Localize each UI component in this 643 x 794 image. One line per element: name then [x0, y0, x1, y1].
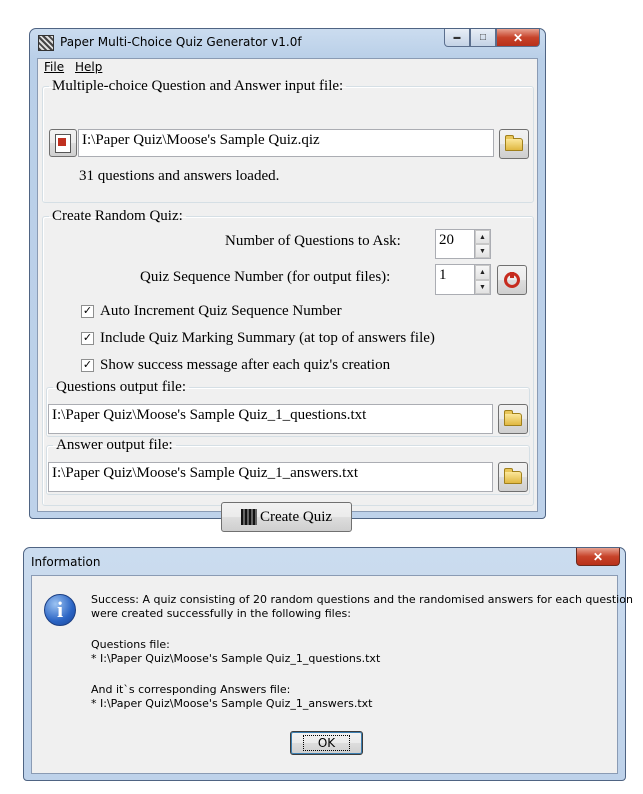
dialog-title: Information: [31, 555, 101, 569]
reset-sequence-button[interactable]: [497, 265, 527, 295]
answers-file-heading: And it`s corresponding Answers file:: [91, 683, 291, 696]
window-client: File Help Multiple-choice Question and A…: [37, 58, 538, 532]
input-file-path[interactable]: I:\Paper Quiz\Moose's Sample Quiz.qiz: [78, 129, 494, 157]
spin-down-icon[interactable]: ▼: [475, 244, 490, 258]
close-button[interactable]: ✕: [496, 29, 540, 47]
caption-buttons: ▬ □ ✕: [444, 29, 540, 48]
browse-questions-output-button[interactable]: [498, 404, 528, 434]
browse-answer-output-button[interactable]: [498, 462, 528, 492]
questions-output-path[interactable]: I:\Paper Quiz\Moose's Sample Quiz_1_ques…: [48, 404, 493, 434]
spin-up-icon[interactable]: ▲: [475, 265, 490, 280]
quiz-file-icon: [55, 133, 71, 153]
folder-open-icon: [504, 409, 522, 426]
reset-icon: [504, 272, 520, 288]
create-quiz-icon: [240, 509, 257, 525]
checkbox-box[interactable]: ✓: [81, 359, 94, 372]
create-quiz-legend: Create Random Quiz:: [52, 208, 183, 224]
auto-increment-checkbox[interactable]: ✓ Auto Increment Quiz Sequence Number: [81, 303, 342, 320]
marking-summary-checkbox[interactable]: ✓ Include Quiz Marking Summary (at top o…: [81, 330, 435, 347]
questions-file-heading: Questions file:: [91, 638, 170, 651]
message-line-2: were created successfully in the followi…: [91, 607, 351, 620]
ok-label: OK: [302, 735, 351, 751]
checkbox-box[interactable]: ✓: [81, 305, 94, 318]
maximize-icon: □: [479, 32, 487, 43]
questions-file-path: * I:\Paper Quiz\Moose's Sample Quiz_1_qu…: [91, 652, 381, 665]
sequence-number-input[interactable]: 1: [435, 264, 475, 295]
sequence-number-spinner[interactable]: ▲ ▼: [475, 264, 491, 295]
close-icon: ✕: [512, 30, 524, 45]
spin-up-icon[interactable]: ▲: [475, 230, 490, 244]
dialog-client: i Success: A quiz consisting of 20 rando…: [31, 575, 633, 774]
auto-increment-label: Auto Increment Quiz Sequence Number: [100, 303, 342, 319]
folder-open-icon: [504, 467, 522, 484]
minimize-icon: ▬: [453, 34, 461, 41]
main-window: Paper Multi-Choice Quiz Generator v1.0f …: [29, 28, 546, 532]
marking-summary-label: Include Quiz Marking Summary (at top of …: [100, 330, 435, 346]
close-icon: ✕: [592, 549, 604, 564]
message-line-1: Success: A quiz consisting of 20 random …: [91, 593, 633, 606]
create-quiz-button[interactable]: Create Quiz: [221, 502, 352, 532]
spin-down-icon[interactable]: ▼: [475, 279, 490, 294]
success-message-checkbox[interactable]: ✓ Show success message after each quiz's…: [81, 357, 390, 374]
app-icon: [38, 35, 54, 51]
folder-open-icon: [505, 134, 523, 151]
menu-file[interactable]: File: [44, 60, 64, 74]
load-file-button[interactable]: [49, 129, 77, 157]
num-questions-spinner[interactable]: ▲ ▼: [475, 229, 491, 259]
menu-help-label: Help: [75, 60, 103, 74]
answer-output-path[interactable]: I:\Paper Quiz\Moose's Sample Quiz_1_answ…: [48, 462, 493, 492]
create-quiz-label: Create Quiz: [259, 508, 333, 525]
information-dialog: Information ✕ i Success: A quiz consisti…: [23, 547, 633, 781]
minimize-button[interactable]: ▬: [444, 29, 470, 47]
maximize-button[interactable]: □: [470, 29, 496, 47]
questions-loaded-status: 31 questions and answers loaded.: [79, 168, 280, 184]
browse-input-button[interactable]: [499, 129, 529, 159]
input-file-legend: Multiple-choice Question and Answer inpu…: [52, 78, 344, 94]
menu-file-label: File: [44, 60, 65, 74]
questions-output-legend: Questions output file:: [56, 379, 186, 395]
ok-button[interactable]: OK: [290, 731, 363, 755]
title-bar[interactable]: Paper Multi-Choice Quiz Generator v1.0f …: [30, 29, 545, 57]
info-icon: i: [44, 594, 76, 626]
success-message-label: Show success message after each quiz's c…: [100, 357, 391, 373]
num-questions-input[interactable]: 20: [435, 229, 475, 259]
menu-bar: File Help: [38, 59, 537, 76]
checkbox-box[interactable]: ✓: [81, 332, 94, 345]
answers-file-path: * I:\Paper Quiz\Moose's Sample Quiz_1_an…: [91, 697, 373, 710]
sequence-number-label: Quiz Sequence Number (for output files):: [140, 269, 391, 285]
num-questions-label: Number of Questions to Ask:: [225, 233, 401, 249]
window-title: Paper Multi-Choice Quiz Generator v1.0f: [60, 35, 302, 49]
answer-output-legend: Answer output file:: [56, 437, 173, 453]
dialog-close-button[interactable]: ✕: [576, 548, 620, 566]
menu-help[interactable]: Help: [75, 60, 102, 74]
